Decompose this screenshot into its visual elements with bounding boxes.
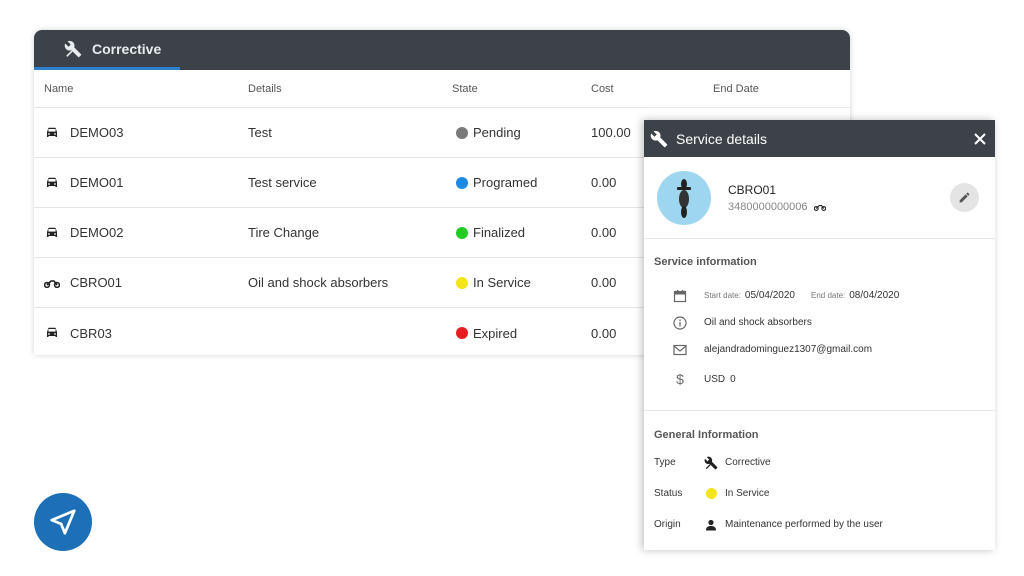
wrench-icon xyxy=(650,130,668,148)
general-info-heading: General Information xyxy=(654,429,759,441)
row-details: Test service xyxy=(248,175,317,190)
car-icon xyxy=(44,326,60,340)
dollar-icon: $ xyxy=(676,371,684,387)
navigation-arrow-icon xyxy=(50,509,76,535)
row-name: CBR03 xyxy=(70,325,112,341)
table-header: Name Details State Cost End Date xyxy=(34,70,850,108)
service-description: Oil and shock absorbers xyxy=(704,317,812,328)
pencil-icon xyxy=(959,192,970,203)
origin-label: Origin xyxy=(654,519,681,530)
row-details: Tire Change xyxy=(248,225,320,240)
general-information: General Information Type Corrective Stat… xyxy=(644,411,995,540)
navigation-fab[interactable] xyxy=(34,493,92,551)
person-icon xyxy=(704,518,718,532)
calendar-icon xyxy=(672,288,688,304)
row-name: DEMO02 xyxy=(70,225,124,240)
service-information: Service information Start date: 05/04/20… xyxy=(644,239,995,411)
end-date: 08/04/2020 xyxy=(849,290,900,301)
service-dates: Start date: 05/04/2020 End date: 08/04/2… xyxy=(644,282,995,309)
status-label: Status xyxy=(654,488,683,499)
service-cost-row: $ USD 0 xyxy=(644,363,995,395)
row-name: CBRO01 xyxy=(70,275,123,290)
tab-corrective[interactable]: Corrective xyxy=(34,30,180,70)
start-date-label: Start date: xyxy=(704,291,741,300)
status-value: In Service xyxy=(725,488,770,499)
row-state: In Service xyxy=(473,275,531,290)
service-details-panel: Service details CBRO01 3480000000006 Ser… xyxy=(644,120,995,550)
state-dot xyxy=(456,276,468,289)
type-value: Corrective xyxy=(725,457,771,468)
row-state: Programed xyxy=(473,175,538,190)
motorcycle-icon xyxy=(44,276,60,290)
col-name[interactable]: Name xyxy=(34,83,248,95)
state-dot xyxy=(456,327,468,339)
state-dot xyxy=(456,126,468,139)
vehicle-name: CBRO01 xyxy=(728,182,777,197)
edit-button[interactable] xyxy=(950,183,979,212)
car-icon xyxy=(44,126,60,140)
col-end-date[interactable]: End Date xyxy=(713,83,850,95)
car-icon xyxy=(44,176,60,190)
info-icon xyxy=(672,315,688,331)
col-state[interactable]: State xyxy=(452,83,591,95)
row-state: Pending xyxy=(473,125,521,140)
row-name: DEMO01 xyxy=(70,175,124,190)
motorcycle-icon xyxy=(813,203,826,211)
origin-row: Origin Maintenance performed by the user xyxy=(644,509,995,540)
service-currency: USD xyxy=(704,373,726,385)
row-details: Oil and shock absorbers xyxy=(248,275,389,290)
col-details[interactable]: Details xyxy=(248,83,452,95)
panel-title: Service details xyxy=(676,130,768,147)
row-state: Finalized xyxy=(473,225,526,240)
vehicle-id: 3480000000006 xyxy=(728,200,808,213)
col-cost[interactable]: Cost xyxy=(591,83,713,95)
origin-value: Maintenance performed by the user xyxy=(725,519,883,530)
start-date: 05/04/2020 xyxy=(744,290,795,301)
vehicle-avatar xyxy=(657,170,711,225)
motorcycle-icon xyxy=(677,178,691,218)
close-button[interactable] xyxy=(969,128,991,150)
end-date-label: End date: xyxy=(810,291,846,300)
tools-icon xyxy=(64,40,92,58)
car-icon xyxy=(44,226,60,240)
panel-header: Service details xyxy=(644,120,995,157)
status-row: Status In Service xyxy=(644,478,995,509)
close-icon xyxy=(974,132,986,145)
service-info-heading: Service information xyxy=(654,256,757,268)
tools-icon xyxy=(704,456,718,470)
service-email: alejandradominguez1307@gmail.com xyxy=(704,344,873,355)
vehicle-summary: CBRO01 3480000000006 xyxy=(644,157,995,239)
status-dot-icon xyxy=(704,487,718,501)
type-row: Type Corrective xyxy=(644,447,995,478)
row-state: Expired xyxy=(473,325,518,341)
row-name: DEMO03 xyxy=(70,125,124,140)
state-dot xyxy=(456,176,468,189)
mail-icon xyxy=(672,342,688,358)
type-label: Type xyxy=(654,457,676,468)
row-details: Test xyxy=(248,125,272,140)
service-amount: 0 xyxy=(730,373,736,385)
service-email-row: alejandradominguez1307@gmail.com xyxy=(644,336,995,363)
state-dot xyxy=(456,226,468,239)
tab-label: Corrective xyxy=(92,40,162,57)
service-description-row: Oil and shock absorbers xyxy=(644,309,995,336)
card-header: Corrective xyxy=(34,30,850,70)
